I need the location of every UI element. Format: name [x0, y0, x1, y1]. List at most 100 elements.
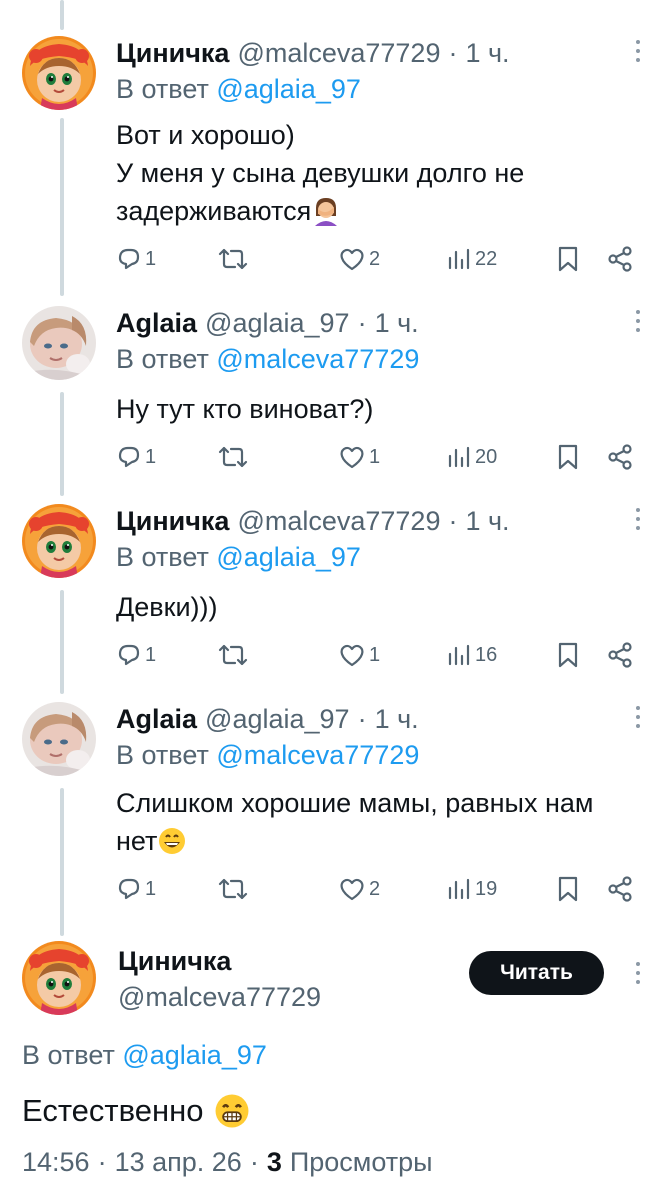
reply-button[interactable]: 1: [116, 440, 156, 474]
like-button[interactable]: 2: [338, 872, 380, 906]
reply-mention[interactable]: @aglaia_97: [216, 74, 361, 104]
bookmark-button[interactable]: [556, 872, 580, 906]
reply-prefix: В ответ: [116, 740, 209, 770]
more-icon[interactable]: [635, 508, 641, 530]
avatar[interactable]: [22, 306, 96, 380]
separator-dot: ·: [249, 1147, 259, 1177]
like-button[interactable]: 2: [338, 242, 380, 276]
reply-icon: [118, 878, 140, 900]
bookmark-button[interactable]: [556, 440, 580, 474]
tweet-2[interactable]: Aglaia @aglaia_97 · 1 ч. В ответ @malcev…: [0, 306, 671, 482]
like-count: 1: [369, 445, 381, 468]
author-handle[interactable]: @malceva77729: [237, 38, 440, 69]
views-button[interactable]: 20: [446, 440, 497, 474]
reply-icon: [118, 644, 140, 666]
share-button[interactable]: [606, 872, 634, 906]
more-icon[interactable]: [635, 706, 641, 728]
post-date[interactable]: 13 апр. 26: [115, 1147, 242, 1178]
reply-button[interactable]: 1: [116, 872, 156, 906]
retweet-button[interactable]: [218, 440, 251, 474]
author-name[interactable]: Aglaia: [116, 308, 197, 339]
author-name[interactable]: Циничка: [116, 38, 229, 69]
reply-mention[interactable]: @aglaia_97: [216, 542, 361, 572]
reply-mention[interactable]: @malceva77729: [216, 344, 419, 374]
author-handle[interactable]: @malceva77729: [237, 506, 440, 537]
main-author-name[interactable]: Циничка: [118, 946, 231, 977]
tweet-text: Девки))): [116, 588, 636, 626]
reply-prefix: В ответ: [116, 542, 209, 572]
retweet-icon: [218, 644, 248, 666]
reply-mention[interactable]: @malceva77729: [216, 740, 419, 770]
reply-context: В ответ @malceva77729: [116, 740, 419, 771]
views-button[interactable]: 19: [446, 872, 497, 906]
timestamp[interactable]: 1 ч.: [465, 506, 509, 537]
main-author-handle[interactable]: @malceva77729: [118, 982, 321, 1013]
timestamp[interactable]: 1 ч.: [465, 38, 509, 69]
retweet-button[interactable]: [218, 872, 251, 906]
reply-mention[interactable]: @aglaia_97: [122, 1040, 267, 1070]
like-button[interactable]: 1: [338, 440, 380, 474]
tweet-3[interactable]: Циничка @malceva77729 · 1 ч. В ответ @ag…: [0, 504, 671, 680]
bookmark-button[interactable]: [556, 638, 580, 672]
post-time[interactable]: 14:56: [22, 1147, 90, 1178]
reply-count: 1: [145, 247, 157, 270]
views-button[interactable]: 22: [446, 242, 497, 276]
like-icon: [340, 446, 364, 469]
main-avatar[interactable]: [22, 941, 96, 1015]
tweet-header: Aglaia @aglaia_97 · 1 ч.: [116, 702, 419, 736]
author-name[interactable]: Циничка: [116, 506, 229, 537]
main-reply-context: В ответ @aglaia_97: [22, 1040, 267, 1071]
tweet-1[interactable]: Циничка @malceva77729 · 1 ч. В ответ @ag…: [0, 36, 671, 276]
reply-button[interactable]: 1: [116, 638, 156, 672]
action-bar: 1 1 20: [116, 440, 638, 474]
like-count: 2: [369, 877, 381, 900]
tweet-header: Циничка @malceva77729 · 1 ч.: [116, 504, 510, 538]
separator-dot: ·: [357, 307, 367, 338]
avatar[interactable]: [22, 36, 96, 110]
share-icon: [608, 444, 632, 470]
text-line: Вот и хорошо): [116, 120, 295, 150]
author-handle[interactable]: @aglaia_97: [205, 308, 350, 339]
tweet-text: Вот и хорошо) У меня у сына девушки долг…: [116, 116, 636, 230]
tweet-text: Ну тут кто виноват?): [116, 390, 636, 428]
views-button[interactable]: 16: [446, 638, 497, 672]
reply-count: 1: [145, 877, 157, 900]
reply-icon: [118, 248, 140, 270]
follow-button[interactable]: Читать: [469, 951, 604, 995]
timestamp[interactable]: 1 ч.: [375, 704, 419, 735]
reply-context: В ответ @aglaia_97: [116, 542, 361, 573]
more-icon[interactable]: [635, 40, 641, 62]
timestamp[interactable]: 1 ч.: [375, 308, 419, 339]
more-icon[interactable]: [635, 962, 641, 984]
share-icon: [608, 642, 632, 668]
main-tweet-text: Естественно: [22, 1092, 251, 1130]
author-name[interactable]: Aglaia: [116, 704, 197, 735]
reply-icon: [118, 446, 140, 468]
views-label[interactable]: Просмотры: [290, 1147, 433, 1178]
author-handle[interactable]: @aglaia_97: [205, 704, 350, 735]
retweet-icon: [218, 248, 248, 270]
tweet-header: Aglaia @aglaia_97 · 1 ч.: [116, 306, 419, 340]
reply-count: 1: [145, 643, 157, 666]
bookmark-button[interactable]: [556, 242, 580, 276]
share-icon: [608, 246, 632, 272]
bookmark-icon: [558, 642, 578, 668]
tweet-text: Слишком хорошие мамы, равных нам нет: [116, 784, 636, 860]
views-icon: [448, 644, 470, 666]
share-button[interactable]: [606, 638, 634, 672]
share-button[interactable]: [606, 242, 634, 276]
more-icon[interactable]: [635, 310, 641, 332]
views-total[interactable]: 3: [267, 1147, 282, 1178]
retweet-button[interactable]: [218, 242, 251, 276]
avatar[interactable]: [22, 702, 96, 776]
views-icon: [448, 446, 470, 468]
like-button[interactable]: 1: [338, 638, 380, 672]
avatar[interactable]: [22, 504, 96, 578]
reply-button[interactable]: 1: [116, 242, 156, 276]
tweet-4[interactable]: Aglaia @aglaia_97 · 1 ч. В ответ @malcev…: [0, 702, 671, 922]
retweet-icon: [218, 446, 248, 468]
retweet-button[interactable]: [218, 638, 251, 672]
share-button[interactable]: [606, 440, 634, 474]
separator-dot: ·: [448, 37, 458, 68]
share-icon: [608, 876, 632, 902]
